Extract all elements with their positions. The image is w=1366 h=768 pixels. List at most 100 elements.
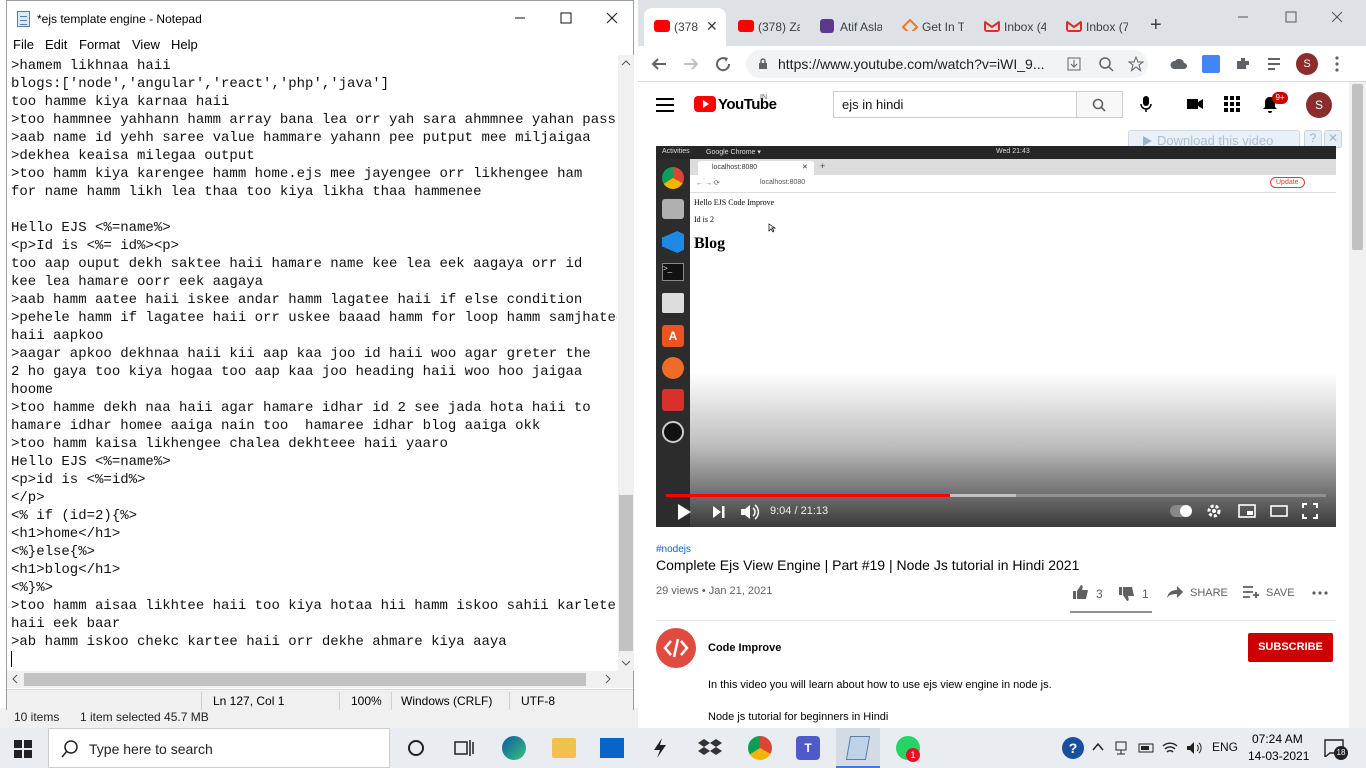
menu-view[interactable]: View: [132, 37, 160, 52]
zoom-level: 100%: [351, 694, 382, 708]
dropbox-icon[interactable]: [698, 736, 722, 760]
clock-date[interactable]: 14-03-2021: [1248, 749, 1309, 763]
theater-mode-icon[interactable]: [1270, 505, 1288, 517]
new-tab-button[interactable]: +: [1150, 14, 1162, 37]
battery-icon[interactable]: [1138, 740, 1156, 756]
wifi-icon[interactable]: [1162, 740, 1178, 756]
autoplay-toggle[interactable]: [1170, 505, 1192, 517]
tab-label: (378: [674, 20, 699, 34]
channel-name[interactable]: Code Improve: [708, 642, 781, 654]
channel-avatar[interactable]: [656, 628, 696, 668]
network-icon[interactable]: [1114, 740, 1128, 756]
bookmark-star-icon[interactable]: [1128, 56, 1144, 72]
apps-grid-icon[interactable]: [1224, 96, 1240, 112]
play-icon[interactable]: [676, 503, 692, 521]
address-bar[interactable]: https://www.youtube.com/watch?v=iWI_9...: [746, 50, 1148, 78]
back-icon[interactable]: [650, 55, 668, 73]
horizontal-scroll-thumb[interactable]: [24, 673, 586, 686]
mail-icon[interactable]: [600, 738, 624, 758]
dislike-icon[interactable]: [1118, 586, 1136, 602]
youtube-logo-icon[interactable]: [694, 96, 716, 112]
video-hashtag[interactable]: #nodejs: [656, 544, 691, 555]
translate-icon[interactable]: [1202, 55, 1220, 73]
postman-dock-icon: [662, 357, 684, 379]
notepad-title-bar[interactable]: *ejs template engine - Notepad: [7, 1, 633, 35]
windows-start-icon[interactable]: [14, 740, 32, 758]
inner-tab-label: localhost:8080: [712, 164, 758, 171]
settings-gear-icon[interactable]: [1206, 503, 1222, 519]
chevron-up-icon[interactable]: [1092, 742, 1104, 752]
youtube-logo-text[interactable]: YouTube: [718, 96, 777, 113]
like-icon[interactable]: [1072, 584, 1090, 600]
speaker-icon[interactable]: [1186, 740, 1204, 756]
tab-inbox-2[interactable]: Inbox (7: [1056, 8, 1138, 46]
menu-file[interactable]: File: [13, 37, 34, 52]
install-icon[interactable]: [1066, 56, 1082, 72]
tab-inbox-1[interactable]: Inbox (4: [974, 8, 1056, 46]
hamburger-menu-icon[interactable]: [656, 98, 674, 112]
share-icon[interactable]: [1166, 585, 1184, 599]
lightning-app-icon[interactable]: [648, 736, 672, 760]
diamond-icon: [902, 19, 918, 31]
video-progress-track[interactable]: [666, 494, 1326, 497]
notepad-line: <p>Id is <%= id%><p>: [11, 238, 180, 254]
mouse-cursor-icon: [768, 223, 776, 233]
youtube-avatar[interactable]: S: [1306, 92, 1332, 118]
language-indicator[interactable]: ENG: [1212, 740, 1238, 754]
youtube-search-input[interactable]: ejs in hindi: [833, 91, 1077, 118]
more-actions-icon[interactable]: [1312, 591, 1328, 595]
chrome-minimize-button[interactable]: [1220, 0, 1266, 34]
close-tab-icon[interactable]: ✕: [706, 18, 718, 35]
create-video-icon[interactable]: [1186, 97, 1204, 111]
close-button[interactable]: [589, 1, 635, 35]
forward-icon[interactable]: [682, 55, 700, 73]
clock-time[interactable]: 07:24 AM: [1252, 732, 1303, 746]
menu-format[interactable]: Format: [79, 37, 120, 52]
subscribe-button[interactable]: SUBSCRIBE: [1248, 633, 1333, 662]
menu-help[interactable]: Help: [171, 37, 198, 52]
ubuntu-dock: >_ A: [656, 159, 690, 527]
inner-tab: localhost:8080 ✕: [698, 161, 814, 175]
taskbar-search-box[interactable]: Type here to search: [48, 728, 390, 768]
profile-avatar[interactable]: S: [1296, 53, 1318, 75]
notepad-line: <%}else{%>: [11, 544, 96, 560]
save-playlist-icon[interactable]: [1242, 585, 1260, 599]
youtube-search-button[interactable]: [1077, 91, 1123, 118]
share-button[interactable]: SHARE: [1190, 587, 1228, 599]
tab-get-in[interactable]: Get In T: [892, 8, 974, 46]
next-video-icon[interactable]: [712, 505, 726, 519]
scroll-down-icon[interactable]: [618, 657, 634, 669]
chrome-close-button[interactable]: [1314, 0, 1360, 34]
vertical-scroll-thumb[interactable]: [619, 495, 633, 651]
maximize-button[interactable]: [543, 1, 589, 35]
task-view-icon[interactable]: [452, 736, 476, 760]
minimize-button[interactable]: [497, 1, 543, 35]
page-scroll-thumb[interactable]: [1352, 84, 1363, 250]
file-explorer-icon[interactable]: [552, 738, 576, 758]
extensions-icon[interactable]: [1234, 55, 1252, 73]
volume-icon[interactable]: [740, 503, 760, 521]
kebab-menu-icon[interactable]: [1334, 55, 1340, 73]
tab-youtube-active[interactable]: (378 ✕: [644, 8, 726, 46]
edge-icon[interactable]: [502, 736, 526, 760]
video-player[interactable]: Activities Google Chrome ▾ Wed 21:43 >_ …: [656, 146, 1336, 527]
cortana-icon[interactable]: [404, 736, 428, 760]
chrome-maximize-button[interactable]: [1268, 0, 1314, 34]
miniplayer-icon[interactable]: [1238, 504, 1256, 518]
help-icon[interactable]: ?: [1062, 737, 1084, 759]
notepad-line: haii eek baar: [11, 616, 121, 632]
tab-youtube-2[interactable]: (378) Za: [728, 8, 810, 46]
tab-atif[interactable]: Atif Asla: [810, 8, 892, 46]
fullscreen-icon[interactable]: [1302, 503, 1318, 519]
notepad-text-area[interactable]: >hamem likhnaa haii blogs:['node','angula…: [11, 57, 617, 669]
microphone-icon[interactable]: [1140, 95, 1152, 113]
teams-icon[interactable]: T: [796, 736, 820, 760]
notepad-taskbar-active[interactable]: [836, 728, 880, 768]
zoom-icon[interactable]: [1098, 56, 1114, 72]
menu-edit[interactable]: Edit: [45, 37, 67, 52]
reading-list-icon[interactable]: [1266, 55, 1284, 73]
cloud-icon[interactable]: [1170, 55, 1188, 73]
reload-icon[interactable]: [714, 55, 732, 73]
save-button[interactable]: SAVE: [1266, 587, 1295, 599]
chrome-taskbar-icon[interactable]: [748, 736, 772, 760]
